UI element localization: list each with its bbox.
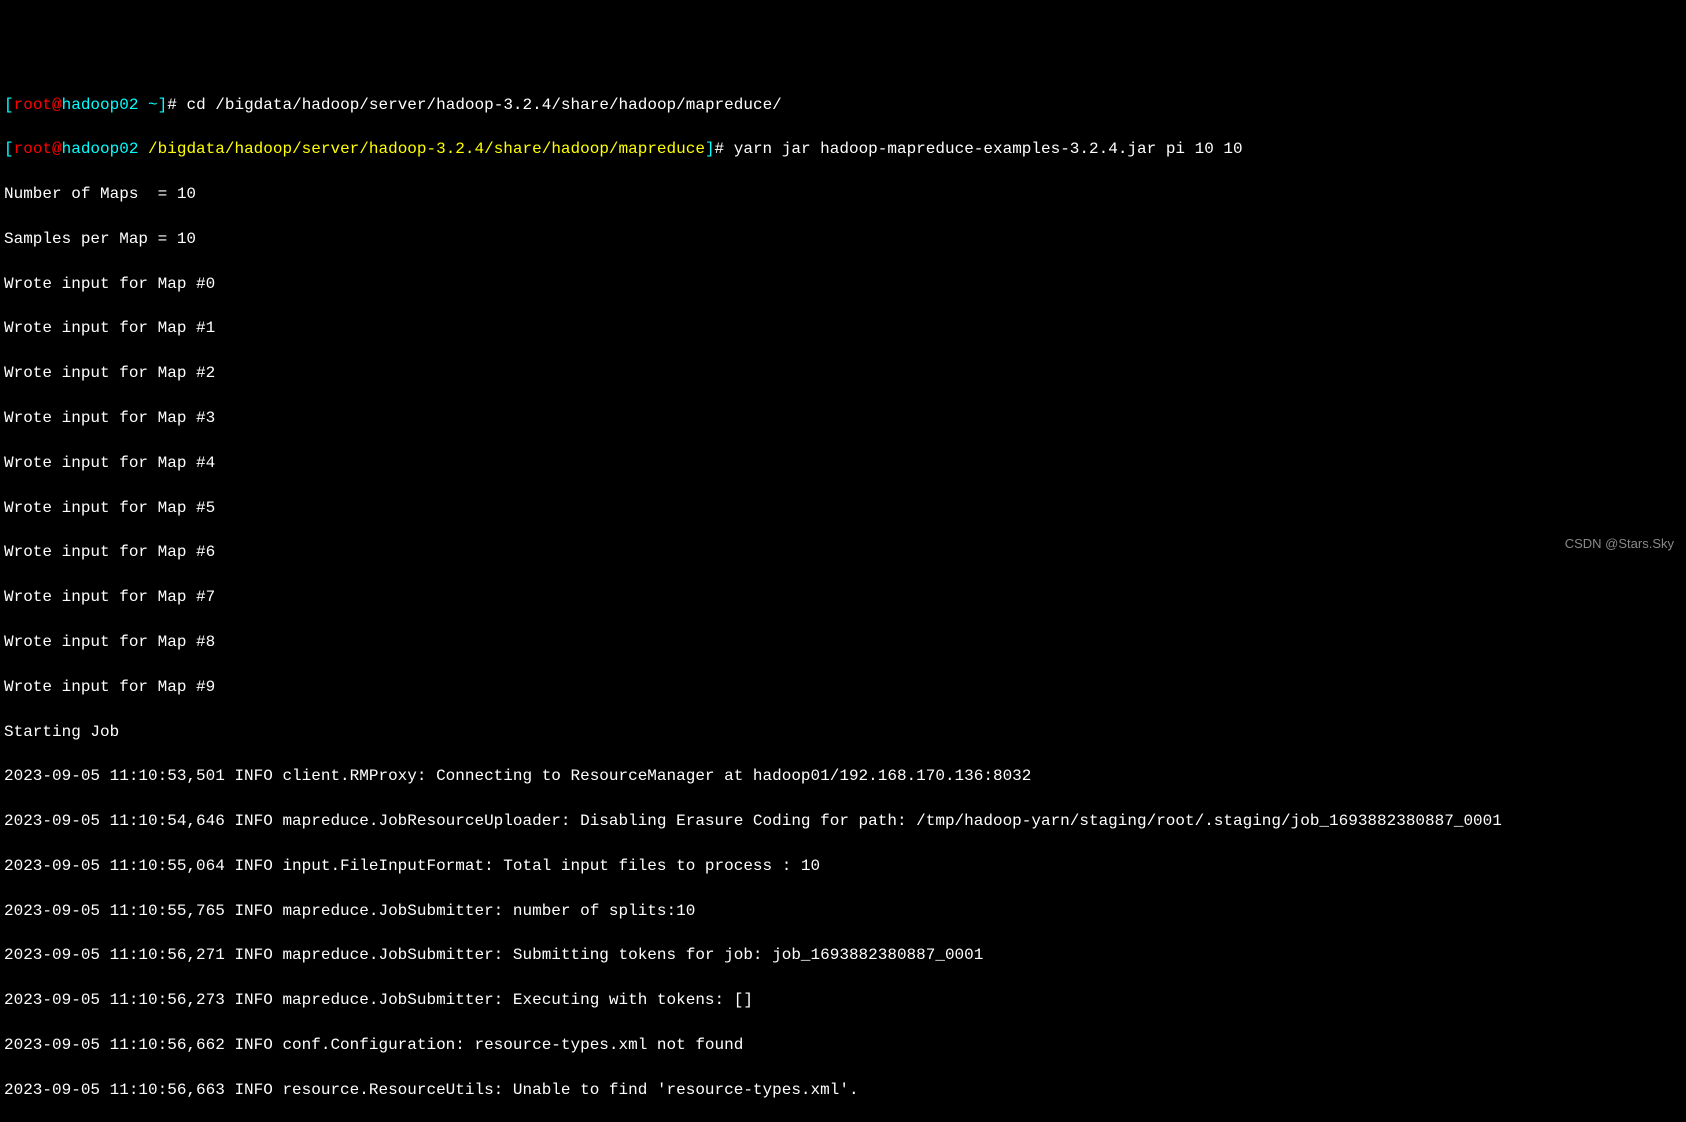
prompt-space [138,96,148,114]
prompt-hash: # [715,140,734,158]
output-line: 2023-09-05 11:10:56,271 INFO mapreduce.J… [4,944,1682,966]
bracket-close: ] [158,96,168,114]
output-line: Wrote input for Map #9 [4,676,1682,698]
output-line: Samples per Map = 10 [4,228,1682,250]
output-line: 2023-09-05 11:10:54,646 INFO mapreduce.J… [4,810,1682,832]
output-line: Wrote input for Map #6 [4,541,1682,563]
output-line: Wrote input for Map #0 [4,273,1682,295]
command-text[interactable]: yarn jar hadoop-mapreduce-examples-3.2.4… [734,140,1243,158]
output-line: 2023-09-05 11:10:56,273 INFO mapreduce.J… [4,989,1682,1011]
prompt-line-1: [root@hadoop02 ~]# cd /bigdata/hadoop/se… [4,94,1682,116]
output-line: Wrote input for Map #4 [4,452,1682,474]
output-line: 2023-09-05 11:10:56,662 INFO conf.Config… [4,1034,1682,1056]
watermark-text: CSDN @Stars.Sky [1565,535,1674,553]
prompt-hash: # [167,96,186,114]
prompt-path: /bigdata/hadoop/server/hadoop-3.2.4/shar… [148,140,705,158]
prompt-path: ~ [148,96,158,114]
output-line: 2023-09-05 11:10:56,663 INFO resource.Re… [4,1079,1682,1101]
prompt-at: @ [52,140,62,158]
output-line: Starting Job [4,721,1682,743]
output-line: Wrote input for Map #5 [4,497,1682,519]
output-line: Wrote input for Map #8 [4,631,1682,653]
command-text[interactable]: cd /bigdata/hadoop/server/hadoop-3.2.4/s… [186,96,781,114]
prompt-user: root [14,140,52,158]
output-line: 2023-09-05 11:10:55,765 INFO mapreduce.J… [4,900,1682,922]
output-line: Wrote input for Map #3 [4,407,1682,429]
prompt-line-2: [root@hadoop02 /bigdata/hadoop/server/ha… [4,138,1682,160]
output-line: 2023-09-05 11:10:55,064 INFO input.FileI… [4,855,1682,877]
output-line: Wrote input for Map #7 [4,586,1682,608]
prompt-at: @ [52,96,62,114]
prompt-user: root [14,96,52,114]
output-line: Number of Maps = 10 [4,183,1682,205]
output-line: Wrote input for Map #2 [4,362,1682,384]
prompt-host: hadoop02 [62,96,139,114]
bracket-open: [ [4,96,14,114]
output-line: Wrote input for Map #1 [4,317,1682,339]
prompt-space [138,140,148,158]
output-line: 2023-09-05 11:10:53,501 INFO client.RMPr… [4,765,1682,787]
bracket-open: [ [4,140,14,158]
bracket-close: ] [705,140,715,158]
prompt-host: hadoop02 [62,140,139,158]
